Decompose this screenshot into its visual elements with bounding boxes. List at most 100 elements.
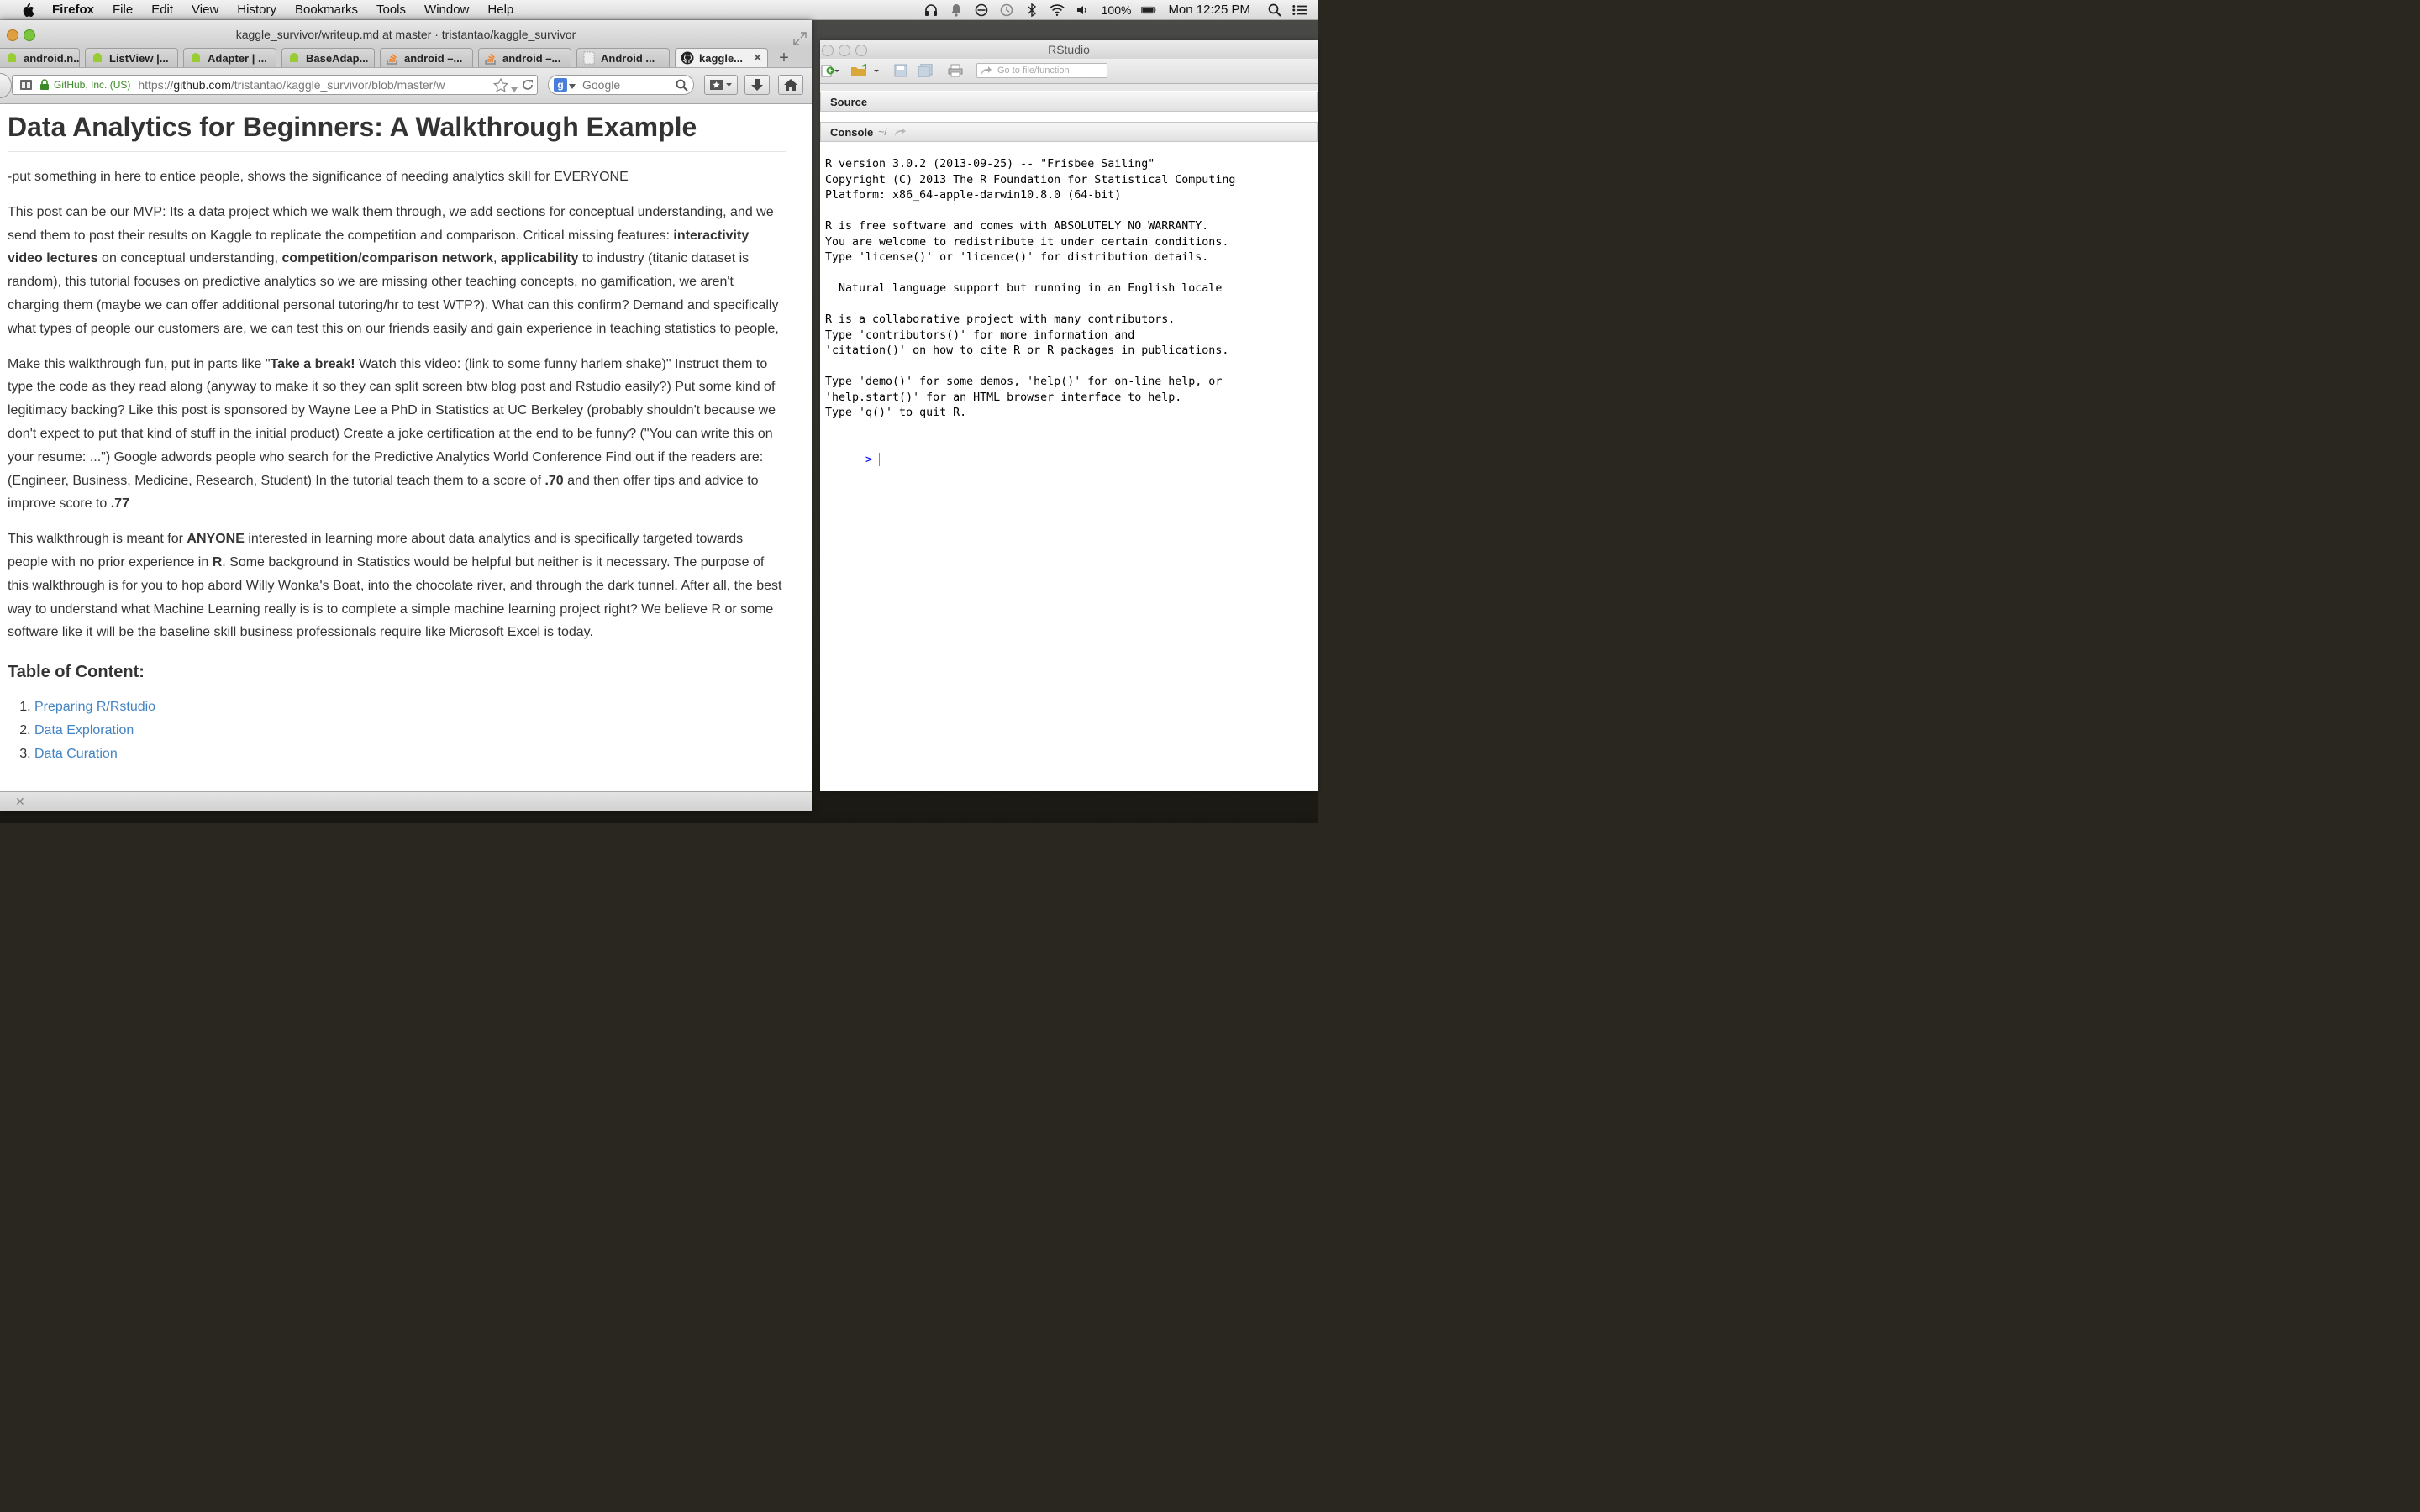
google-engine-icon[interactable]: g [554,78,567,92]
toc-link-curation[interactable]: Data Curation [34,747,118,761]
rstudio-toolbar: Go to file/function [820,59,1318,84]
source-pane-header[interactable]: Source [820,92,1318,112]
console-prompt[interactable]: > [825,438,881,483]
home-button[interactable] [778,75,803,95]
url-history-dropdown-icon[interactable] [510,82,518,94]
menu-file[interactable]: File [113,3,133,17]
rstudio-close-button[interactable] [822,45,834,56]
menu-tools[interactable]: Tools [376,3,406,17]
rstudio-titlebar[interactable]: RStudio [820,40,1318,59]
menu-help[interactable]: Help [487,3,513,17]
url-scheme: https:// [138,78,174,92]
addon-bar: ✕ [0,791,812,811]
rstudio-window-title: RStudio [1048,43,1090,56]
tab-label: BaseAdap... [306,51,369,65]
console-pane-header[interactable]: Console ~/ [820,122,1318,142]
tab-android-n[interactable]: android.n... [0,48,80,67]
console-output-line: R is a collaborative project with many c… [825,313,1176,326]
reload-icon[interactable] [522,79,534,93]
menu-app-firefox[interactable]: Firefox [52,3,94,17]
text: Make this walkthrough fun, put in parts … [8,356,271,371]
text: , [493,251,501,266]
back-button[interactable] [0,73,12,98]
tab-close-icon[interactable]: ✕ [753,51,762,65]
notification-center-icon[interactable] [1292,3,1307,18]
tab-label: Android ... [601,51,655,65]
document-title: Data Analytics for Beginners: A Walkthro… [8,111,786,152]
status-area: 100% Mon 12:25 PM [918,0,1318,19]
url-bar[interactable]: GitHub, Inc. (US) https://github.com/tri… [12,75,538,95]
new-file-icon[interactable] [820,64,840,81]
tab-adapter[interactable]: Adapter | ... [183,48,276,67]
downloads-button[interactable] [744,75,770,95]
tab-label: android.n... [24,51,80,65]
menu-view[interactable]: View [192,3,218,17]
menu-window[interactable]: Window [424,3,469,17]
do-not-disturb-icon[interactable] [974,3,989,18]
rstudio-window: RStudio Go to file/function Source Conso… [820,40,1318,791]
addon-bar-close-icon[interactable]: ✕ [15,795,25,809]
console-output-line: Type 'contributors()' for more informati… [825,328,1135,342]
toc-link-exploration[interactable]: Data Exploration [34,723,134,738]
spotlight-search-icon[interactable] [1267,3,1282,18]
search-magnifier-icon[interactable] [676,79,688,94]
android-icon [91,51,104,65]
battery-icon[interactable] [1141,3,1156,18]
fullscreen-icon[interactable] [793,27,807,45]
lock-icon [40,79,49,90]
paragraph-intro: -put something in here to entice people,… [8,170,629,184]
print-icon[interactable] [948,64,963,81]
battery-percentage[interactable]: 100% [1102,3,1132,17]
rstudio-minimize-button[interactable] [839,45,850,56]
menu-bookmarks[interactable]: Bookmarks [295,3,358,17]
volume-icon[interactable] [1075,3,1090,18]
new-tab-button[interactable]: + [775,49,793,67]
toc-item: Data Curation [34,743,786,766]
paragraph-mvp: This post can be our MVP: Its a data pro… [8,201,786,341]
goto-file-function-input[interactable]: Go to file/function [976,63,1107,78]
menu-history[interactable]: History [237,3,276,17]
bookmarks-icon [710,80,732,90]
save-all-icon[interactable] [918,63,933,81]
bold-text: applicability [500,251,579,266]
url-host: github.com [173,78,231,92]
console-output-line: R version 3.0.2 (2013-09-25) -- "Frisbee… [825,158,1155,171]
go-to-directory-icon[interactable] [894,127,908,137]
toc-link-preparing[interactable]: Preparing R/Rstudio [34,700,155,714]
search-engine-dropdown-icon[interactable] [569,78,576,92]
tab-android[interactable]: Android ... [576,48,670,67]
tab-label: ListView |... [109,51,169,65]
tab-kaggle-active[interactable]: kaggle... ✕ [675,48,768,67]
bookmarks-menu-button[interactable] [704,75,738,95]
menubar-clock[interactable]: Mon 12:25 PM [1168,3,1250,17]
console-output-line: 'help.start()' for an HTML browser inter… [825,391,1182,404]
console-output-line: Type 'license()' or 'licence()' for dist… [825,251,1209,264]
window-close-button[interactable] [7,29,18,41]
notification-bell-icon[interactable] [949,3,964,18]
identity-icon[interactable] [19,79,36,91]
firefox-titlebar[interactable]: kaggle_survivor/writeup.md at master · t… [0,20,812,46]
time-machine-icon[interactable] [999,3,1014,18]
rstudio-zoom-button[interactable] [855,45,867,56]
r-console[interactable]: R version 3.0.2 (2013-09-25) -- "Frisbee… [820,145,1318,791]
wifi-icon[interactable] [1049,3,1065,18]
window-zoom-button[interactable] [24,29,35,41]
tab-stackoverflow-2[interactable]: android –... [478,48,571,67]
tab-listview[interactable]: ListView |... [85,48,178,67]
open-file-icon[interactable] [850,63,881,81]
tab-stackoverflow-1[interactable]: android –... [380,48,473,67]
search-bar[interactable]: g Google [548,75,694,95]
tab-baseadapter[interactable]: BaseAdap... [281,48,375,67]
bold-text: competition/comparison network [281,251,494,266]
bookmark-star-icon[interactable] [492,77,509,94]
bold-text: ANYONE [187,532,245,547]
console-working-dir: ~/ [878,126,887,138]
save-icon[interactable] [894,64,908,81]
headphones-icon[interactable] [923,3,939,18]
bluetooth-icon[interactable] [1024,3,1039,18]
ssl-identity-box[interactable]: GitHub, Inc. (US) [39,79,130,91]
url-path: /tristantao/kaggle_survivor/blob/master/… [230,78,445,92]
page-content[interactable]: Data Analytics for Beginners: A Walkthro… [0,104,812,791]
apple-menu-icon[interactable] [18,1,37,19]
menu-edit[interactable]: Edit [151,3,173,17]
